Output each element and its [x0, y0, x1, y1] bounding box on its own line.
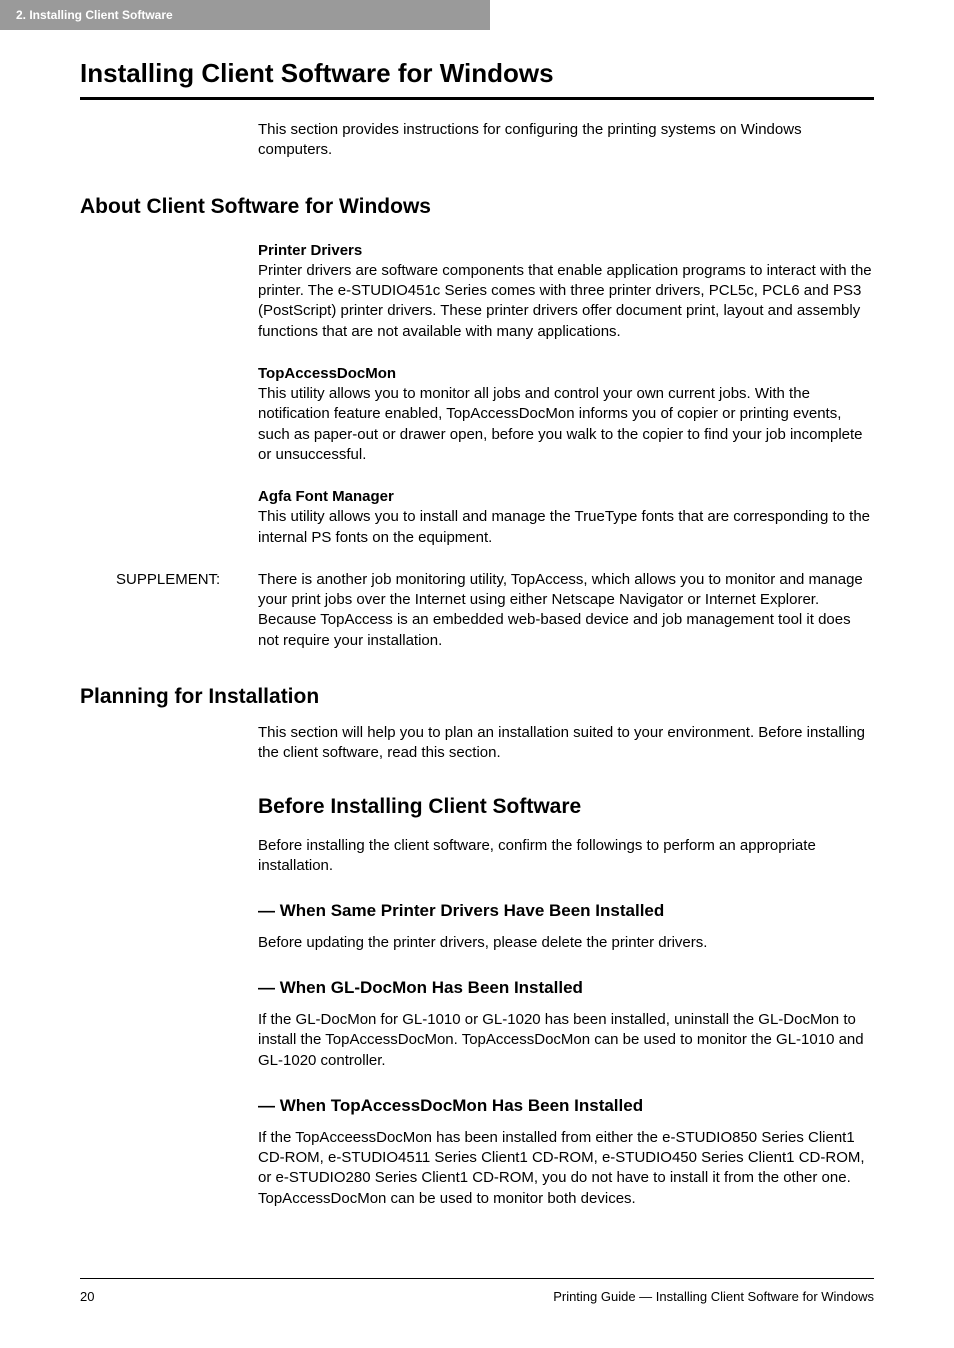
sub-heading-gl-docmon: — When GL-DocMon Has Been Installed: [258, 977, 874, 1000]
sub-heading-topaccessdocmon: — When TopAccessDocMon Has Been Installe…: [258, 1095, 874, 1118]
block-body-topaccessdocmon: This utility allows you to monitor all j…: [258, 384, 874, 465]
supplement-row: SUPPLEMENT: There is another job monitor…: [80, 570, 874, 651]
block-body-agfa: This utility allows you to install and m…: [258, 507, 874, 548]
block-body-printer-drivers: Printer drivers are software components …: [258, 261, 874, 342]
section-planning-title: Planning for Installation: [80, 685, 874, 709]
sub-heading-same-drivers: — When Same Printer Drivers Have Been In…: [258, 900, 874, 923]
intro-paragraph: This section provides instructions for c…: [258, 120, 874, 161]
page-title: Installing Client Software for Windows: [80, 58, 874, 100]
page-number: 20: [80, 1289, 94, 1304]
block-heading-agfa: Agfa Font Manager: [258, 487, 874, 507]
planning-intro: This section will help you to plan an in…: [258, 723, 874, 764]
sub-body-gl-docmon: If the GL-DocMon for GL-1010 or GL-1020 …: [258, 1010, 874, 1071]
chapter-tab: 2. Installing Client Software: [0, 0, 490, 30]
section-about-title: About Client Software for Windows: [80, 195, 874, 219]
sub-body-same-drivers: Before updating the printer drivers, ple…: [258, 933, 874, 953]
footer-title: Printing Guide — Installing Client Softw…: [553, 1289, 874, 1304]
supplement-label: SUPPLEMENT:: [80, 570, 258, 651]
before-installing-intro: Before installing the client software, c…: [258, 836, 874, 877]
block-heading-topaccessdocmon: TopAccessDocMon: [258, 364, 874, 384]
block-heading-printer-drivers: Printer Drivers: [258, 241, 874, 261]
page-footer: 20 Printing Guide — Installing Client So…: [80, 1278, 874, 1304]
supplement-text: There is another job monitoring utility,…: [258, 570, 874, 651]
before-installing-title: Before Installing Client Software: [258, 793, 874, 821]
sub-body-topaccessdocmon: If the TopAcceessDocMon has been install…: [258, 1128, 874, 1209]
